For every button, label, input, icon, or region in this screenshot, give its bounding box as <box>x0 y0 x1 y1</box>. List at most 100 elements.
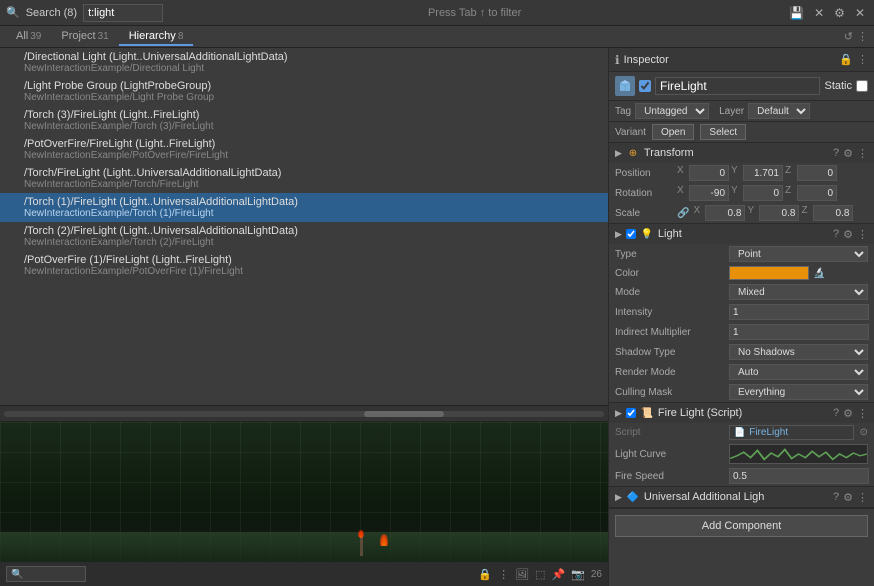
scale-z-input[interactable] <box>813 205 853 221</box>
rot-z-input[interactable] <box>797 185 837 201</box>
lock-icon[interactable]: 🔒 <box>478 568 492 581</box>
script-file-icon: 📄 <box>734 427 745 438</box>
ual-settings-icon[interactable]: ⚙ <box>843 491 853 504</box>
ual-header[interactable]: ▶ 🔷 Universal Additional Ligh ? ⚙ ⋮ <box>609 487 874 507</box>
list-item[interactable]: /PotOverFire/FireLight (Light..FireLight… <box>0 135 608 164</box>
open-button[interactable]: Open <box>652 124 694 140</box>
tab-more-icon[interactable]: ⋮ <box>857 30 868 43</box>
script-ref[interactable]: 📄 FireLight <box>729 425 854 440</box>
mode-dropdown[interactable]: Mixed <box>729 284 868 300</box>
inspector-more-icon[interactable]: ⋮ <box>857 53 868 66</box>
pos-z-input[interactable] <box>797 165 837 181</box>
scene-more-icon[interactable]: ⋮ <box>498 568 509 581</box>
fire-light-arrow-icon: ▶ <box>615 408 622 419</box>
list-item-main: /Torch (2)/FireLight (Light..UniversalAd… <box>24 225 600 237</box>
light-curve-container[interactable] <box>729 444 868 464</box>
light-settings-icon[interactable]: ⚙ <box>843 228 853 241</box>
scrollbar-thumb[interactable] <box>364 411 444 417</box>
list-item[interactable]: /Torch (3)/FireLight (Light..FireLight) … <box>0 106 608 135</box>
hierarchy-list[interactable]: /Directional Light (Light..UniversalAddi… <box>0 48 608 405</box>
fire-speed-input[interactable] <box>729 468 869 484</box>
type-dropdown[interactable]: Point <box>729 246 868 262</box>
scrollbar-track[interactable] <box>4 411 604 417</box>
layer-dropdown[interactable]: Default <box>748 103 810 119</box>
scene-bottom-bar: 🔒 ⋮ 🖼 ⬚ 📌 📷 26 <box>0 562 608 586</box>
light-curve-row: Light Curve <box>609 442 874 466</box>
fire-light-header[interactable]: ▶ 📜 Fire Light (Script) ? ⚙ ⋮ <box>609 403 874 423</box>
ual-more-icon[interactable]: ⋮ <box>857 491 868 504</box>
list-item[interactable]: /PotOverFire (1)/FireLight (Light..FireL… <box>0 251 608 280</box>
list-item[interactable]: /Torch (2)/FireLight (Light..UniversalAd… <box>0 222 608 251</box>
shadow-label: Shadow Type <box>615 347 725 358</box>
light-enabled-checkbox[interactable] <box>626 229 636 239</box>
rot-x-label: X <box>677 185 687 201</box>
layers-icon[interactable]: ⬚ <box>535 568 545 581</box>
culling-dropdown[interactable]: Everything <box>729 384 868 400</box>
rot-y-label: Y <box>731 185 741 201</box>
scale-y-input[interactable] <box>759 205 799 221</box>
fire-light-more-icon[interactable]: ⋮ <box>857 407 868 420</box>
pos-y-input[interactable] <box>743 165 783 181</box>
list-item[interactable]: /Torch (1)/FireLight (Light..UniversalAd… <box>0 193 608 222</box>
pin-icon[interactable]: 📌 <box>551 568 565 581</box>
add-component-button[interactable]: Add Component <box>615 515 868 537</box>
light-more-icon[interactable]: ⋮ <box>857 228 868 241</box>
ual-section: ▶ 🔷 Universal Additional Ligh ? ⚙ ⋮ <box>609 487 874 508</box>
eyedropper-icon[interactable]: 🔬 <box>813 268 825 279</box>
indirect-input[interactable] <box>729 324 869 340</box>
refresh-icon[interactable]: ↺ <box>844 30 853 43</box>
transform-settings-icon[interactable]: ⚙ <box>843 147 853 160</box>
close-search-button[interactable]: ✕ <box>852 5 868 21</box>
tab-hierarchy[interactable]: Hierarchy8 <box>119 28 194 46</box>
inspector-header-bar: ℹ Inspector 🔒 ⋮ <box>609 48 874 72</box>
tab-all[interactable]: All39 <box>6 28 51 46</box>
go-name-input[interactable] <box>655 77 820 95</box>
light-header[interactable]: ▶ 💡 Light ? ⚙ ⋮ <box>609 224 874 244</box>
fire-light-settings-icon[interactable]: ⚙ <box>843 407 853 420</box>
fire-light-enabled-checkbox[interactable] <box>626 408 636 418</box>
script-value: FireLight <box>749 427 788 438</box>
intensity-input[interactable] <box>729 304 869 320</box>
script-picker-icon[interactable]: ⊙ <box>860 427 868 438</box>
list-item[interactable]: /Light Probe Group (LightProbeGroup) New… <box>0 77 608 106</box>
camera-icon[interactable]: 📷 <box>571 568 585 581</box>
ual-help-icon[interactable]: ? <box>833 491 839 504</box>
list-item[interactable]: /Torch/FireLight (Light..UniversalAdditi… <box>0 164 608 193</box>
list-item-main: /Torch (3)/FireLight (Light..FireLight) <box>24 109 600 121</box>
scrollbar-area[interactable] <box>0 405 608 421</box>
inspector-lock-icon[interactable]: 🔒 <box>839 53 853 66</box>
clear-search-button[interactable]: ✕ <box>811 5 827 21</box>
more-options-button[interactable]: ⚙ <box>831 5 848 21</box>
pos-y-label: Y <box>731 165 741 181</box>
tab-project[interactable]: Project31 <box>51 28 118 46</box>
color-swatch[interactable] <box>729 266 809 280</box>
transform-more-icon[interactable]: ⋮ <box>857 147 868 160</box>
tag-dropdown[interactable]: Untagged <box>635 103 709 119</box>
shadow-dropdown[interactable]: No Shadows <box>729 344 868 360</box>
go-active-checkbox[interactable] <box>639 80 651 92</box>
render-dropdown[interactable]: Auto <box>729 364 868 380</box>
scale-link-icon[interactable]: 🔗 <box>677 208 689 219</box>
select-button[interactable]: Select <box>700 124 746 140</box>
list-item-sub: NewInteractionExample/Directional Light <box>24 63 600 74</box>
scene-torch1 <box>360 536 363 556</box>
fire-light-script-icon: 📜 <box>640 406 654 420</box>
scene-search-input[interactable] <box>6 566 86 582</box>
fire-light-help-icon[interactable]: ? <box>833 407 839 420</box>
transform-help-icon[interactable]: ? <box>833 147 839 160</box>
intensity-label: Intensity <box>615 307 725 318</box>
rot-y-input[interactable] <box>743 185 783 201</box>
pos-x-input[interactable] <box>689 165 729 181</box>
type-label: Type <box>615 249 725 260</box>
rot-x-input[interactable] <box>689 185 729 201</box>
light-help-icon[interactable]: ? <box>833 228 839 241</box>
save-search-button[interactable]: 💾 <box>786 5 807 21</box>
search-input[interactable] <box>83 4 163 22</box>
variant-row: Variant Open Select <box>609 122 874 143</box>
list-item[interactable]: /Directional Light (Light..UniversalAddi… <box>0 48 608 77</box>
go-static-checkbox[interactable] <box>856 80 868 92</box>
scale-x-input[interactable] <box>705 205 745 221</box>
image-icon[interactable]: 🖼 <box>515 568 529 581</box>
press-tab-hint: Press Tab ↑ to filter <box>169 7 780 19</box>
transform-header[interactable]: ▶ ⊕ Transform ? ⚙ ⋮ <box>609 143 874 163</box>
